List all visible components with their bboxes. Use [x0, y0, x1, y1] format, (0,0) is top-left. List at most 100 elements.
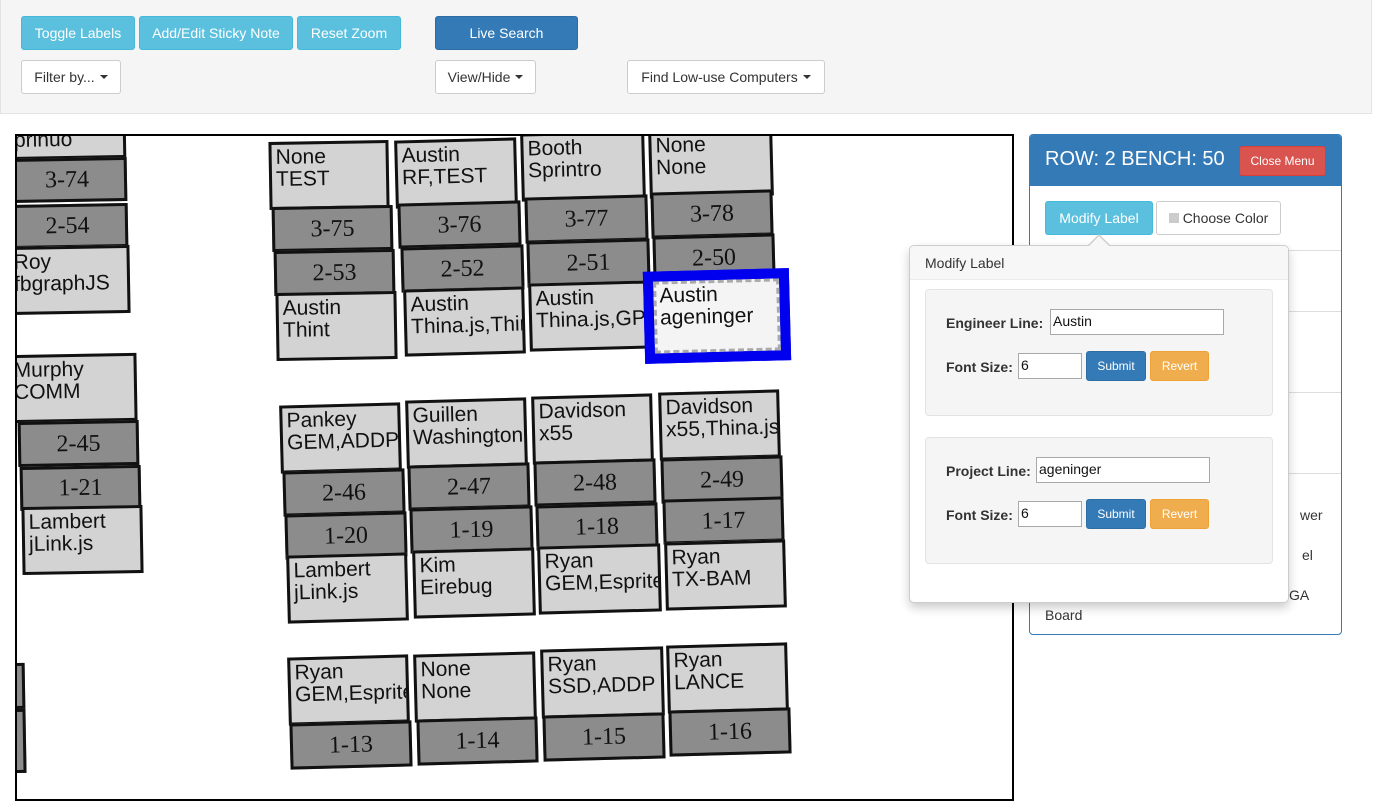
panel-title: ROW: 2 BENCH: 50 [1045, 148, 1225, 170]
project-line-text: jLink.js [293, 579, 359, 605]
project-line-text: GEM,ADDP [286, 428, 400, 455]
engineer-line-text: Ryan [671, 545, 721, 570]
bench-number-text: 2-53 [312, 259, 357, 286]
bench-number[interactable]: 2-48 [533, 458, 657, 507]
panel-menu-text[interactable]: GA [1289, 587, 1309, 603]
bench-number-text: 2-52 [440, 254, 485, 283]
sticky-note-button[interactable]: Add/Edit Sticky Note [139, 16, 293, 50]
project-line-text: TX-BAM [671, 566, 752, 592]
project-line-text: COMM [15, 379, 81, 405]
bench-label[interactable]: None TEST [268, 139, 390, 211]
project-line-text: fbgraphJS [15, 271, 110, 296]
bench-number[interactable]: 1-16 [668, 707, 792, 757]
project-line-text: Sprintro [527, 157, 602, 183]
bench-number-text: 1-15 [581, 723, 627, 751]
bench-label[interactable]: Booth Sprintro [520, 136, 646, 202]
project-font-size-input[interactable]: 6 [1018, 501, 1082, 527]
engineer-font-size-label: Font Size: [946, 359, 1013, 375]
bench-label[interactable]: Austin Thina.js,Thint [403, 286, 526, 357]
engineer-font-size-input[interactable]: 6 [1018, 353, 1082, 379]
view-hide-dropdown[interactable]: View/Hide [435, 60, 536, 94]
bench-number-text: 3-75 [310, 215, 355, 242]
bench-label[interactable]: Ryan SSD,ADDP [540, 646, 665, 719]
panel-menu-text[interactable]: wer [1300, 507, 1323, 523]
modify-label-button[interactable]: Modify Label [1045, 201, 1153, 235]
lab-map[interactable]: prinuo 3-74 2-54 Roy fbgraphJS None TEST 3-75 2-… [15, 134, 1014, 801]
project-line-form: Project Line: ageninger Font Size: 6 Sub… [925, 437, 1273, 564]
bench-label[interactable]: Ryan GEM,Esprite [287, 654, 410, 726]
bench-number[interactable]: 2-54 [17, 202, 129, 250]
caret-down-icon [802, 75, 811, 79]
bench-number[interactable]: 2-47 [407, 462, 531, 511]
reset-zoom-button[interactable]: Reset Zoom [297, 16, 401, 50]
toolbar: Toggle Labels Add/Edit Sticky Note Reset… [0, 0, 1372, 114]
bench-label[interactable]: Ryan LANCE [666, 642, 789, 714]
bench-number[interactable]: 2-53 [273, 248, 396, 297]
bench-number[interactable]: 2-52 [400, 244, 525, 293]
bench-label[interactable]: Davidson x55,Thina.js [658, 389, 781, 461]
bench-label[interactable]: Roy fbgraphJS [15, 244, 131, 316]
engineer-line-text: None [420, 657, 472, 682]
bench-number[interactable]: 1-15 [542, 712, 666, 762]
bench-label[interactable]: prinuo [17, 136, 127, 161]
bench-label[interactable]: Austin Thint [275, 290, 398, 362]
bench-label[interactable]: None None [413, 651, 537, 723]
bench-number[interactable]: 3-75 [271, 204, 394, 253]
bench-number-text: 2-47 [446, 472, 492, 501]
bench-number[interactable]: 1-19 [409, 505, 534, 554]
project-submit-button[interactable]: Submit [1086, 499, 1146, 529]
project-line-text: None [655, 155, 707, 180]
panel-menu-text[interactable]: Board [1045, 607, 1082, 623]
bench-number-text: 2-49 [699, 465, 745, 494]
bench-number[interactable]: 1-17 [662, 496, 785, 545]
clipped-bench[interactable] [17, 662, 26, 710]
selected-bench[interactable]: Austin ageninger [642, 268, 792, 364]
bench-number-text: 2-50 [691, 243, 737, 272]
bench-number[interactable]: 2-46 [282, 468, 406, 517]
toggle-labels-button[interactable]: Toggle Labels [21, 16, 135, 50]
bench-label[interactable]: Austin Thina.js,GPS [528, 280, 654, 352]
filter-by-dropdown[interactable]: Filter by... [21, 60, 121, 94]
bench-number-text: 2-54 [45, 212, 90, 240]
project-line-text: Eirebug [419, 574, 493, 600]
bench-number[interactable]: 1-14 [416, 716, 539, 766]
bench-number[interactable]: 3-77 [524, 194, 649, 244]
bench-number-text: 3-74 [44, 166, 90, 194]
project-line-input[interactable]: ageninger [1036, 457, 1210, 483]
filter-by-label: Filter by... [34, 69, 95, 85]
bench-label[interactable]: Lambert jLink.js [21, 504, 144, 576]
bench-label[interactable]: Kim Eirebug [412, 547, 536, 619]
bench-label[interactable]: Ryan GEM,Esprite [537, 543, 662, 615]
project-revert-button[interactable]: Revert [1150, 499, 1209, 529]
engineer-submit-button[interactable]: Submit [1086, 351, 1146, 381]
bench-label[interactable]: Murphy COMM [15, 352, 138, 424]
bench-number[interactable]: 3-74 [17, 156, 128, 204]
bench-number[interactable]: 3-78 [650, 189, 774, 239]
bench-label[interactable]: Lambert jLink.js [286, 552, 409, 624]
engineer-line-text: Austin [282, 295, 342, 320]
bench-number-text: 2-51 [566, 249, 611, 277]
bench-number[interactable]: 1-13 [289, 720, 413, 770]
panel-heading: ROW: 2 BENCH: 50 Close Menu [1030, 135, 1341, 186]
bench-label[interactable]: Davidson x55 [531, 393, 654, 465]
choose-color-label: Choose Color [1182, 210, 1269, 226]
choose-color-button[interactable]: Choose Color [1156, 201, 1281, 235]
live-search-button[interactable]: Live Search [435, 16, 578, 50]
bench-label[interactable]: Guillen Washington [405, 397, 528, 469]
clipped-bench[interactable] [17, 708, 27, 774]
panel-menu-text[interactable]: el [1302, 547, 1313, 563]
engineer-revert-button[interactable]: Revert [1150, 351, 1209, 381]
close-menu-button[interactable]: Close Menu [1239, 146, 1326, 176]
find-low-use-dropdown[interactable]: Find Low-use Computers [627, 60, 825, 94]
engineer-line-input[interactable]: Austin [1050, 309, 1224, 335]
bench-number-text: 1-14 [455, 727, 500, 755]
bench-number[interactable]: 3-76 [397, 200, 522, 249]
engineer-line-text: Kim [419, 553, 456, 578]
bench-label[interactable]: Ryan TX-BAM [664, 539, 787, 611]
bench-label[interactable]: Pankey GEM,ADDP [279, 402, 402, 474]
project-line-text: Thina.js,Thint [410, 312, 526, 339]
bench-label[interactable]: Austin RF,TEST [394, 137, 518, 209]
engineer-line-text: Booth [527, 136, 583, 161]
bench-number[interactable]: 2-45 [17, 419, 140, 468]
bench-number[interactable]: 1-21 [19, 464, 142, 512]
